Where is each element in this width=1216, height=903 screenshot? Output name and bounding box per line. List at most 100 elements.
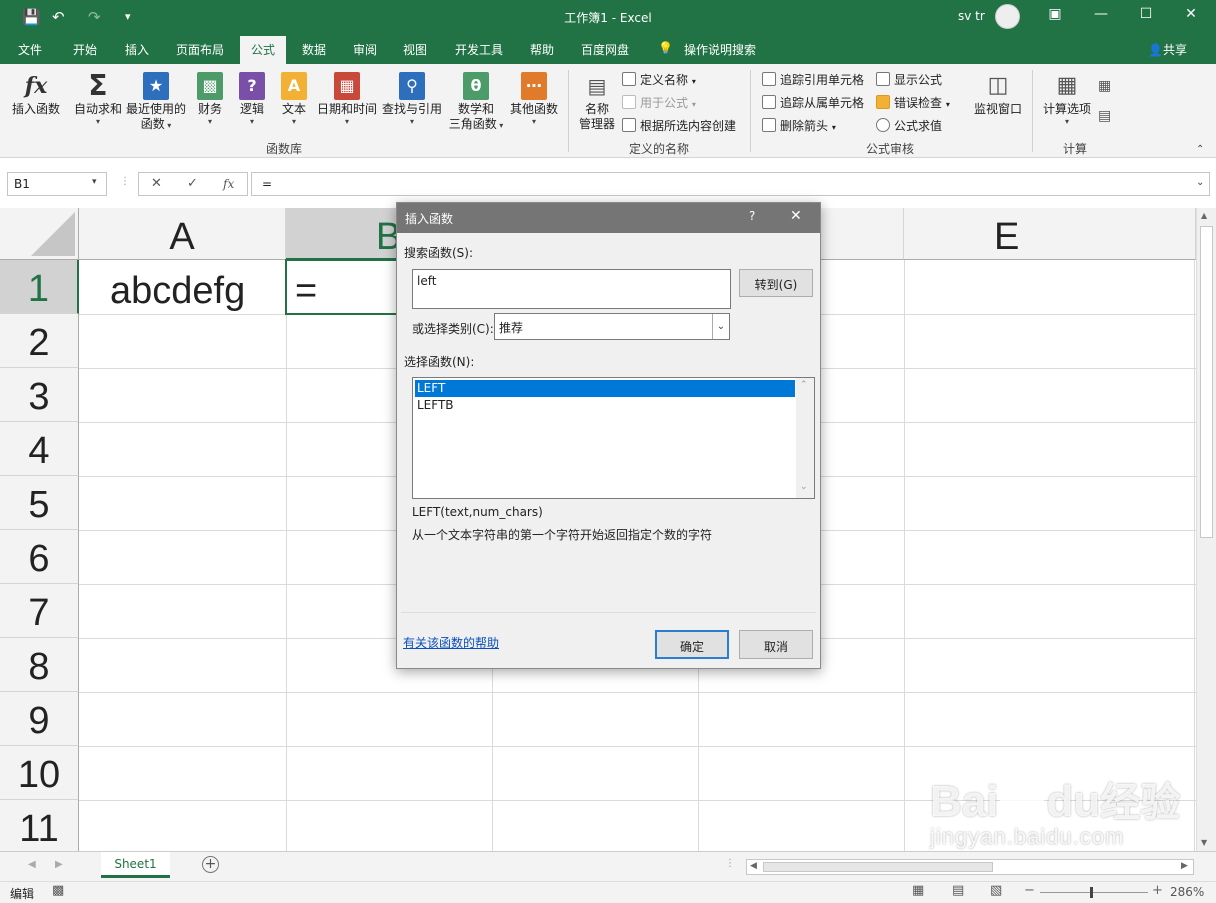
tab-review[interactable]: 审阅 <box>353 41 377 58</box>
list-item[interactable]: LEFT <box>415 380 795 397</box>
expand-formula-bar-icon[interactable]: ⌄ <box>1196 177 1204 188</box>
avatar[interactable] <box>995 4 1020 29</box>
row-header[interactable]: 7 <box>0 584 79 638</box>
cancel-button[interactable]: 取消 <box>739 630 813 659</box>
tab-file[interactable]: 文件 <box>18 41 42 58</box>
tab-page-layout[interactable]: 页面布局 <box>176 41 224 58</box>
ok-button[interactable]: 确定 <box>655 630 729 659</box>
column-header-a[interactable]: A <box>79 208 286 260</box>
insert-function-button[interactable]: fx 插入函数 <box>8 72 64 117</box>
name-box-dropdown-icon[interactable]: ▾ <box>92 177 97 187</box>
category-select[interactable]: 推荐 <box>494 313 730 340</box>
macro-record-icon[interactable]: ▩ <box>52 883 64 898</box>
create-from-selection-button[interactable]: 根据所选内容创建 <box>622 117 736 135</box>
function-help-link[interactable]: 有关该函数的帮助 <box>403 634 499 651</box>
scroll-left-arrow-icon[interactable]: ◀ <box>750 861 757 871</box>
error-checking-button[interactable]: 错误检查 ▾ <box>876 94 950 114</box>
show-formulas-button[interactable]: 显示公式 <box>876 71 942 89</box>
close-icon[interactable]: ✕ <box>1176 6 1206 22</box>
collapse-ribbon-icon[interactable]: ⌃ <box>1196 144 1204 155</box>
user-name[interactable]: sv tr <box>958 9 985 23</box>
financial-button[interactable]: ▩ 财务 ▾ <box>192 72 228 127</box>
dialog-close-icon[interactable]: ✕ <box>790 208 802 224</box>
logical-button[interactable]: ? 逻辑 ▾ <box>234 72 270 127</box>
text-button[interactable]: A 文本 ▾ <box>276 72 312 127</box>
dialog-help-button[interactable]: ? <box>749 209 755 223</box>
list-item[interactable]: LEFTB <box>415 397 795 414</box>
dialog-title-bar[interactable]: 插入函数 ? ✕ <box>397 203 820 233</box>
list-scroll-up-icon[interactable]: ⌃ <box>800 380 808 390</box>
autosum-button[interactable]: Σ 自动求和 ▾ <box>70 72 126 127</box>
share-button[interactable]: 👤共享 <box>1148 41 1187 58</box>
ribbon-display-icon[interactable]: ▣ <box>1040 6 1070 22</box>
tab-developer[interactable]: 开发工具 <box>455 41 503 58</box>
cell-a1[interactable]: abcdefg <box>110 264 245 318</box>
tab-view[interactable]: 视图 <box>403 41 427 58</box>
tab-insert[interactable]: 插入 <box>125 41 149 58</box>
name-manager-button[interactable]: ▤ 名称 管理器 <box>576 72 618 132</box>
row-header[interactable]: 6 <box>0 530 79 584</box>
zoom-slider-track[interactable] <box>1040 892 1148 893</box>
tab-split-grip-icon[interactable]: ⋮ <box>725 858 735 869</box>
scroll-right-arrow-icon[interactable]: ▶ <box>1181 861 1188 871</box>
page-break-view-icon[interactable]: ▧ <box>990 883 1002 898</box>
scroll-down-arrow-icon[interactable]: ▼ <box>1201 838 1207 847</box>
lookup-reference-button[interactable]: ⚲ 查找与引用 ▾ <box>381 72 443 127</box>
column-header-e[interactable]: E <box>904 208 1196 260</box>
row-header[interactable]: 11 <box>0 800 79 851</box>
evaluate-formula-button[interactable]: 公式求值 <box>876 117 942 135</box>
row-header[interactable]: 2 <box>0 314 79 368</box>
more-functions-button[interactable]: ⋯ 其他函数 ▾ <box>508 72 560 127</box>
formula-input[interactable]: = <box>251 172 1210 196</box>
watch-window-button[interactable]: ◫ 监视窗口 <box>970 72 1026 117</box>
tab-formulas[interactable]: 公式 <box>240 36 287 64</box>
row-header[interactable]: 3 <box>0 368 79 422</box>
math-trig-button[interactable]: θ 数学和 三角函数 ▾ <box>446 72 506 132</box>
sheet-tab-sheet1[interactable]: Sheet1 <box>101 852 170 878</box>
list-scroll-down-icon[interactable]: ⌄ <box>800 482 808 492</box>
tab-data[interactable]: 数据 <box>302 41 326 58</box>
calculation-options-button[interactable]: ▦ 计算选项 ▾ <box>1038 72 1096 127</box>
page-layout-view-icon[interactable]: ▤ <box>952 883 964 898</box>
tab-baidu-netdisk[interactable]: 百度网盘 <box>581 41 629 58</box>
next-sheet-icon[interactable]: ▶ <box>55 859 63 870</box>
zoom-out-icon[interactable]: − <box>1024 883 1035 898</box>
scroll-up-arrow-icon[interactable]: ▲ <box>1201 211 1207 220</box>
function-list-scrollbar[interactable]: ⌃ ⌄ <box>796 378 814 498</box>
row-header[interactable]: 5 <box>0 476 79 530</box>
vertical-scrollbar[interactable]: ▲ ▼ <box>1196 208 1216 851</box>
enter-check-icon[interactable]: ✓ <box>187 176 198 191</box>
insert-function-fx-icon[interactable]: fx <box>223 177 234 191</box>
zoom-level[interactable]: 286% <box>1170 885 1204 899</box>
tell-me-search[interactable]: 操作说明搜索 <box>684 41 756 58</box>
row-header[interactable]: 9 <box>0 692 79 746</box>
row-header[interactable]: 8 <box>0 638 79 692</box>
add-sheet-icon[interactable]: + <box>202 856 219 873</box>
vertical-scroll-thumb[interactable] <box>1200 226 1213 538</box>
goto-button[interactable]: 转到(G) <box>739 269 813 297</box>
horizontal-scrollbar[interactable]: ◀ ▶ <box>746 859 1194 875</box>
function-list[interactable]: LEFT LEFTB ⌃ ⌄ <box>412 377 815 499</box>
use-in-formula-button[interactable]: 用于公式 ▾ <box>622 94 696 114</box>
tab-home[interactable]: 开始 <box>73 41 97 58</box>
calculate-sheet-icon[interactable]: ▤ <box>1098 108 1111 124</box>
trace-dependents-button[interactable]: 追踪从属单元格 <box>762 94 864 112</box>
cancel-icon[interactable]: ✕ <box>151 176 162 191</box>
zoom-slider-thumb[interactable] <box>1090 887 1093 898</box>
row-header[interactable]: 10 <box>0 746 79 800</box>
tab-help[interactable]: 帮助 <box>530 41 554 58</box>
date-time-button[interactable]: ▦ 日期和时间 ▾ <box>316 72 378 127</box>
minimize-icon[interactable]: — <box>1086 6 1116 22</box>
category-dropdown-arrow-icon[interactable]: ⌄ <box>712 314 729 339</box>
horizontal-scroll-thumb[interactable] <box>763 862 993 872</box>
row-header[interactable]: 4 <box>0 422 79 476</box>
prev-sheet-icon[interactable]: ◀ <box>28 859 36 870</box>
normal-view-icon[interactable]: ▦ <box>912 883 924 898</box>
select-all-corner[interactable] <box>0 208 79 260</box>
define-name-button[interactable]: 定义名称 ▾ <box>622 71 696 91</box>
recently-used-button[interactable]: ★ 最近使用的 函数 ▾ <box>124 72 188 132</box>
trace-precedents-button[interactable]: 追踪引用单元格 <box>762 71 864 89</box>
maximize-icon[interactable]: ☐ <box>1131 6 1161 22</box>
zoom-in-icon[interactable]: + <box>1152 883 1163 898</box>
search-function-input[interactable]: left <box>412 269 731 309</box>
